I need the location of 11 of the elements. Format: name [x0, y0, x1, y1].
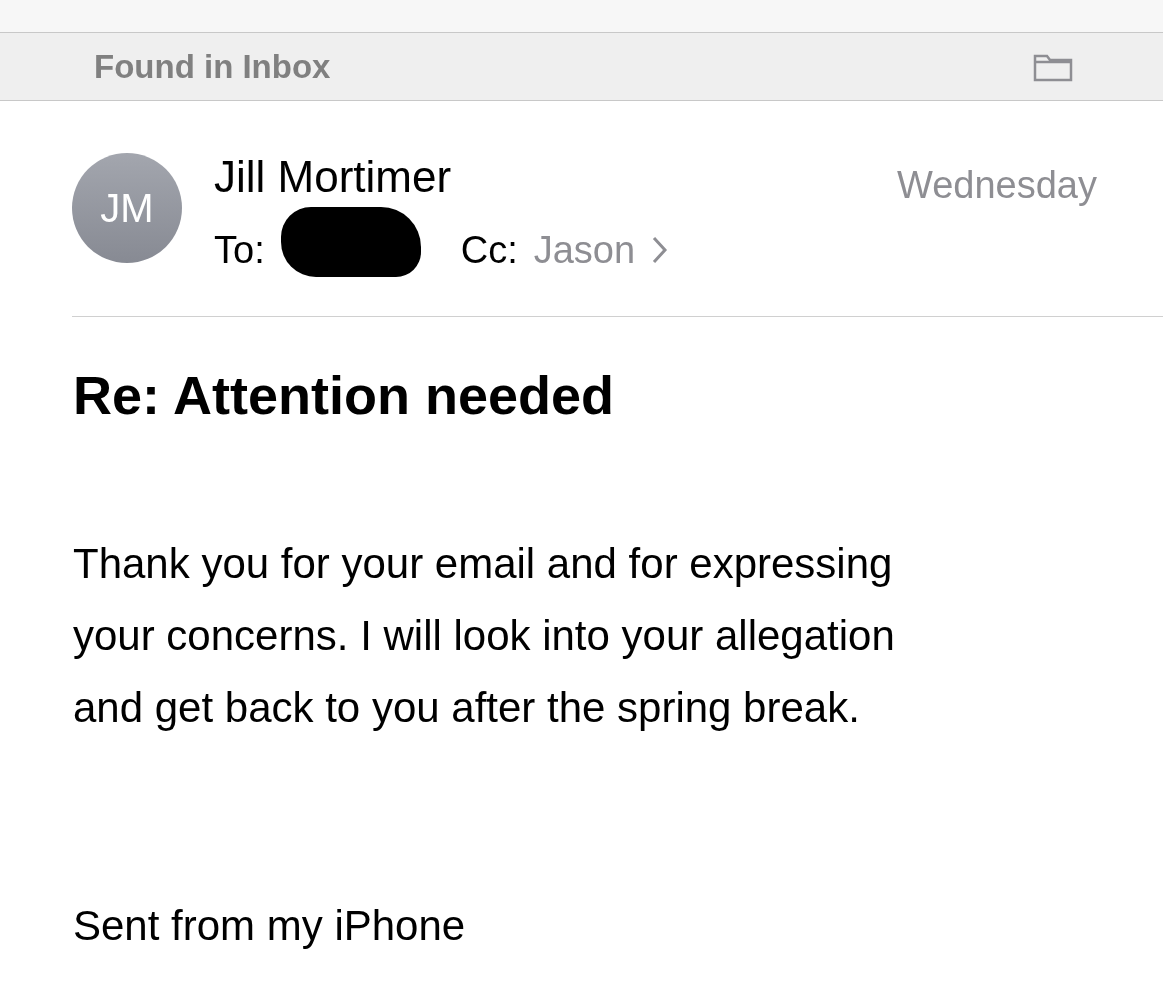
cc-label: Cc: [460, 227, 518, 273]
sender-name: Jill Mortimer [214, 153, 453, 202]
email-body: Thank you for your email and for expressing your concerns. I will look into your allegation and get back to you after the spring break. [73, 539, 896, 733]
avatar: JM [72, 153, 182, 263]
mailbox-title: Found in Inbox [94, 46, 331, 87]
cc-recipient[interactable]: Jason [533, 221, 636, 279]
date: Wednesday [897, 163, 1097, 208]
to-label: To: [214, 227, 265, 273]
email-subject: Re: Attention needed [73, 364, 615, 427]
signature: Sent from my iPhone [73, 901, 467, 951]
chevron-icon[interactable] [651, 235, 670, 266]
